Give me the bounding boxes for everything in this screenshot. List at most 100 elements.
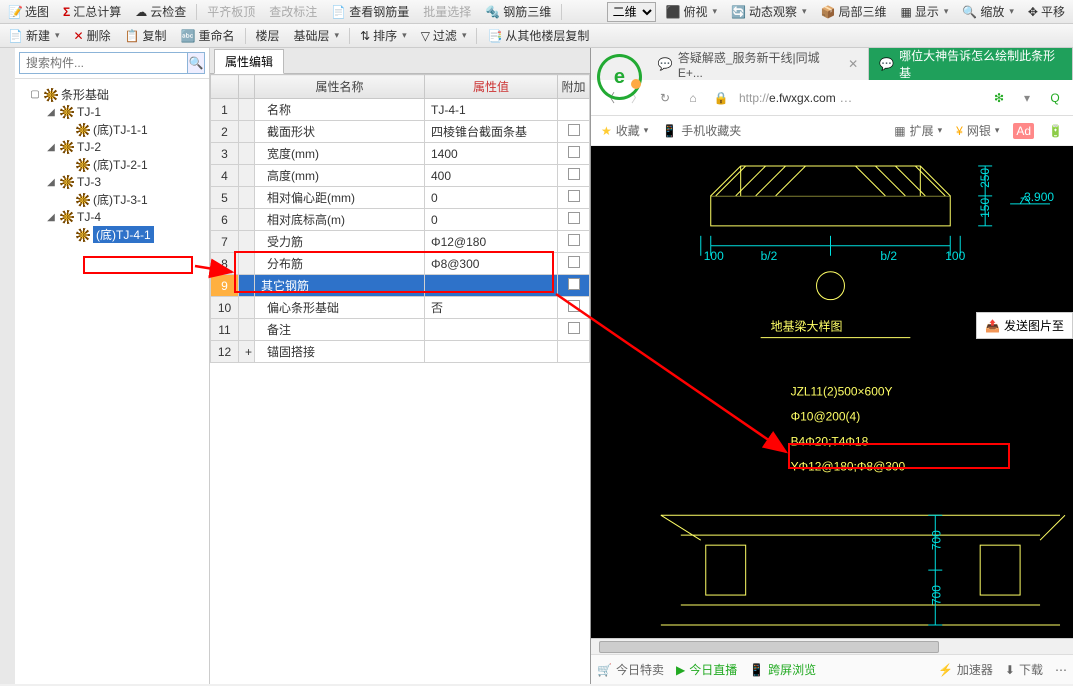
- tree-item[interactable]: (底)TJ-1-1: [17, 120, 207, 139]
- rename-button[interactable]: 🔤重命名: [177, 25, 239, 46]
- prop-value[interactable]: 0: [425, 209, 558, 231]
- tree-expander-icon[interactable]: ◢: [45, 212, 57, 223]
- tree-item[interactable]: ◢TJ-1: [17, 104, 207, 120]
- tb-pingqi[interactable]: 平齐板顶: [203, 1, 259, 22]
- more-icon[interactable]: 🔋: [1048, 124, 1063, 138]
- tab-property-edit[interactable]: 属性编辑: [214, 49, 284, 74]
- send-image-button[interactable]: 📤发送图片至: [976, 312, 1073, 339]
- prop-aux[interactable]: [558, 121, 590, 143]
- search-button[interactable]: 🔍: [188, 52, 205, 74]
- tb-chakangang[interactable]: 📄查看钢筋量: [327, 1, 413, 22]
- prop-aux[interactable]: [558, 341, 590, 363]
- bank-button[interactable]: ¥网银▾: [956, 122, 999, 139]
- tb-fushi[interactable]: ⬛俯视: [662, 1, 722, 22]
- prop-aux[interactable]: [558, 143, 590, 165]
- browser-logo-icon[interactable]: e: [597, 54, 642, 100]
- bb-more[interactable]: ⋯: [1055, 663, 1067, 677]
- prop-aux[interactable]: [558, 99, 590, 121]
- tree-item[interactable]: ◢TJ-4: [17, 209, 207, 225]
- tree-item[interactable]: (底)TJ-2-1: [17, 155, 207, 174]
- tb-xianshi[interactable]: ▦显示: [897, 1, 953, 22]
- prop-row[interactable]: 12 + 锚固搭接: [211, 341, 590, 363]
- prop-aux[interactable]: [558, 209, 590, 231]
- bb-live[interactable]: ▶今日直播: [676, 661, 737, 678]
- tb-jubu3d[interactable]: 📦局部三维: [817, 1, 891, 22]
- prop-row[interactable]: 10 偏心条形基础 否: [211, 297, 590, 319]
- tree-item[interactable]: ▢条形基础: [17, 85, 207, 104]
- prop-row[interactable]: 5 相对偏心距(mm) 0: [211, 187, 590, 209]
- search-go-icon[interactable]: Q: [1045, 88, 1065, 108]
- prop-row[interactable]: 1 名称 TJ-4-1: [211, 99, 590, 121]
- sort-button[interactable]: ⇅排序: [356, 25, 411, 46]
- prop-value[interactable]: 0: [425, 187, 558, 209]
- copyfrom-button[interactable]: 📑从其他楼层复制: [483, 25, 593, 46]
- tree-expander-icon[interactable]: ◢: [45, 107, 57, 118]
- tree-expander-icon[interactable]: ▢: [29, 89, 41, 100]
- tb-suofang[interactable]: 🔍缩放: [958, 1, 1018, 22]
- tree-expander-icon[interactable]: ◢: [45, 142, 57, 153]
- prop-row[interactable]: 3 宽度(mm) 1400: [211, 143, 590, 165]
- tree-item[interactable]: ◢TJ-3: [17, 174, 207, 190]
- dropdown-icon[interactable]: ▾: [1017, 88, 1037, 108]
- tree-item[interactable]: (底)TJ-3-1: [17, 190, 207, 209]
- prop-row[interactable]: 7 受力筋 Φ12@180: [211, 231, 590, 253]
- floor-select[interactable]: 基础层: [290, 25, 344, 46]
- filter-button[interactable]: ▽过滤: [417, 25, 471, 46]
- prop-value[interactable]: 否: [425, 297, 558, 319]
- prop-aux[interactable]: [558, 253, 590, 275]
- home-button[interactable]: ⌂: [683, 88, 703, 108]
- prop-row[interactable]: 9 其它钢筋: [211, 275, 590, 297]
- mobile-fav-button[interactable]: 📱手机收藏夹: [662, 122, 741, 139]
- cad-viewport[interactable]: 100 b/2 b/2 100 250 150 -3.900 地基梁大样图 JZ…: [591, 146, 1073, 654]
- prop-value[interactable]: 400: [425, 165, 558, 187]
- tb-piliang[interactable]: 批量选择: [419, 1, 475, 22]
- bb-download[interactable]: ⬇下载: [1005, 661, 1043, 678]
- tb-gangjin3d[interactable]: 🔩钢筋三维: [481, 1, 555, 22]
- tb-chagai[interactable]: 查改标注: [265, 1, 321, 22]
- delete-button[interactable]: ✕删除: [70, 25, 115, 46]
- new-button[interactable]: 📄新建: [4, 25, 64, 46]
- prop-row[interactable]: 4 高度(mm) 400: [211, 165, 590, 187]
- ext-button[interactable]: ▦扩展▾: [894, 122, 942, 139]
- browser-tab-2[interactable]: 💬哪位大神告诉怎么绘制此条形基: [869, 48, 1073, 80]
- prop-row[interactable]: 11 备注: [211, 319, 590, 341]
- tb-xuantu[interactable]: 📝选图: [4, 1, 53, 22]
- prop-row[interactable]: 2 截面形状 四棱锥台截面条基: [211, 121, 590, 143]
- browser-tab-1[interactable]: 💬答疑解惑_服务新干线|同城E+...✕: [648, 48, 869, 80]
- tree-expander-icon[interactable]: ◢: [45, 177, 57, 188]
- prop-value[interactable]: TJ-4-1: [425, 99, 558, 121]
- prop-aux[interactable]: [558, 275, 590, 297]
- prop-value[interactable]: [425, 275, 558, 297]
- reload-button[interactable]: ↻: [655, 88, 675, 108]
- view-2d-select[interactable]: 二维: [607, 2, 656, 22]
- prop-aux[interactable]: [558, 187, 590, 209]
- copy-button[interactable]: 📋复制: [121, 25, 171, 46]
- refresh-green-icon[interactable]: ❇: [989, 88, 1009, 108]
- row-expander[interactable]: +: [239, 341, 255, 363]
- tb-dongtai[interactable]: 🔄动态观察: [727, 1, 811, 22]
- bb-cross[interactable]: 📱跨屏浏览: [749, 661, 816, 678]
- search-input[interactable]: [19, 52, 188, 74]
- prop-aux[interactable]: [558, 165, 590, 187]
- prop-value[interactable]: 四棱锥台截面条基: [425, 121, 558, 143]
- prop-row[interactable]: 8 分布筋 Φ8@300: [211, 253, 590, 275]
- tree-item[interactable]: ◢TJ-2: [17, 139, 207, 155]
- prop-value[interactable]: [425, 319, 558, 341]
- prop-value[interactable]: Φ12@180: [425, 231, 558, 253]
- prop-value[interactable]: [425, 341, 558, 363]
- bb-temai[interactable]: 🛒今日特卖: [597, 661, 664, 678]
- close-icon[interactable]: ✕: [848, 57, 858, 71]
- prop-value[interactable]: Φ8@300: [425, 253, 558, 275]
- tb-pingyi[interactable]: ✥平移: [1024, 1, 1069, 22]
- ad-icon[interactable]: Ad: [1013, 123, 1034, 139]
- cad-h-scrollbar[interactable]: [591, 638, 1073, 654]
- tb-yunjiancha[interactable]: ☁云检查: [131, 1, 190, 22]
- address-bar[interactable]: http://e.fwxgx.com …: [739, 90, 981, 105]
- prop-aux[interactable]: [558, 297, 590, 319]
- prop-row[interactable]: 6 相对底标高(m) 0: [211, 209, 590, 231]
- prop-aux[interactable]: [558, 319, 590, 341]
- tree-item[interactable]: (底)TJ-4-1: [17, 225, 207, 244]
- prop-aux[interactable]: [558, 231, 590, 253]
- prop-value[interactable]: 1400: [425, 143, 558, 165]
- bb-accel[interactable]: ⚡加速器: [938, 661, 993, 678]
